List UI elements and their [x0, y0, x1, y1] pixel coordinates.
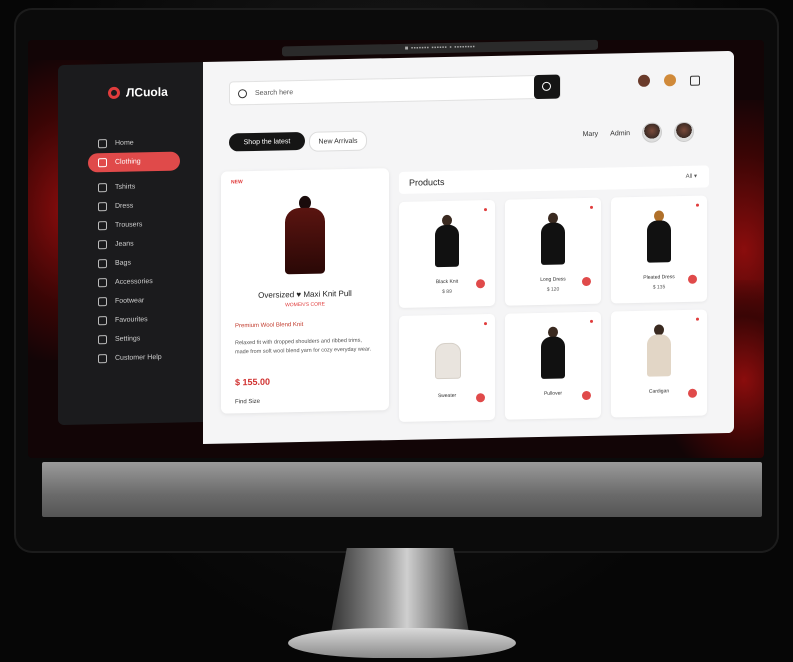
- heart-icon: [98, 316, 107, 326]
- sidebar-item-favourites[interactable]: Favourites: [88, 309, 203, 330]
- avatar-secondary[interactable]: [674, 121, 694, 143]
- avatar[interactable]: [642, 122, 662, 143]
- product-card[interactable]: Cardigan: [611, 309, 707, 418]
- user-name: Mary: [582, 130, 599, 138]
- new-badge: NEW: [231, 179, 243, 186]
- search-icon: [238, 88, 247, 98]
- favorite-icon[interactable]: [484, 208, 487, 212]
- monitor-stand: [330, 548, 470, 638]
- product-card[interactable]: Pleated Dress $ 135: [611, 195, 707, 304]
- add-to-cart-icon[interactable]: [476, 279, 485, 289]
- jeans-icon: [98, 240, 107, 250]
- logout-icon[interactable]: [690, 75, 700, 86]
- tshirt-icon: [98, 183, 107, 193]
- logo-icon: [108, 86, 120, 100]
- sidebar-item-clothing[interactable]: Clothing: [88, 151, 180, 173]
- product-card-price: [611, 403, 707, 405]
- product-card-price: $ 135: [652, 284, 666, 291]
- top-icons: [638, 74, 700, 87]
- product-thumbnail: [645, 210, 673, 263]
- accessory-icon: [98, 278, 107, 288]
- product-description: Relaxed fit with dropped shoulders and r…: [235, 337, 372, 356]
- product-card-price: $ 120: [546, 286, 560, 293]
- sidebar-item-jeans[interactable]: Jeans: [88, 233, 203, 254]
- bag-icon: [98, 259, 107, 269]
- sort-dropdown[interactable]: All ▾: [686, 166, 697, 188]
- sidebar: ЛСuola Home Clothing Tshirts Dress Trous…: [58, 62, 203, 426]
- search-bar: Search here: [229, 74, 561, 106]
- dress-icon: [98, 202, 107, 212]
- product-title: Oversized ♥ Maxi Knit Pull: [258, 288, 352, 300]
- product-card[interactable]: Long Dress $ 120: [505, 197, 601, 306]
- product-card[interactable]: Pullover: [505, 311, 601, 420]
- sidebar-item-footwear[interactable]: Footwear: [88, 290, 203, 311]
- user-role: Admin: [610, 129, 630, 138]
- app-window: ■ ▪▪▪▪▪▪▪ ▪▪▪▪▪▪ ▪ ▪▪▪▪▪▪▪▪ ЛСuola Home …: [58, 39, 734, 447]
- favorite-icon[interactable]: [590, 205, 593, 209]
- favorite-icon[interactable]: [696, 317, 699, 321]
- logo[interactable]: ЛСuola: [108, 85, 168, 100]
- product-highlight: Premium Wool Blend Knit: [235, 321, 304, 330]
- find-size-link[interactable]: Find Size: [235, 399, 260, 406]
- products-panel: Products All ▾ Black Knit $ 89 Long Dres…: [399, 165, 709, 439]
- product-thumbnail: [645, 324, 673, 377]
- trousers-icon: [98, 221, 107, 231]
- user-icon[interactable]: [638, 74, 650, 87]
- main-content: Search here Shop the latest New Arrivals…: [203, 50, 734, 445]
- product-card[interactable]: Black Knit $ 89: [399, 199, 495, 308]
- add-to-cart-icon[interactable]: [688, 274, 697, 284]
- favorite-icon[interactable]: [590, 319, 593, 323]
- home-icon: [98, 139, 107, 149]
- product-card-price: [399, 408, 495, 410]
- help-icon: [98, 354, 107, 364]
- product-thumbnail: [539, 212, 567, 265]
- product-thumbnail: [433, 214, 461, 268]
- monitor-base: [288, 628, 516, 658]
- product-card-price: [505, 406, 601, 408]
- shirt-icon: [98, 158, 107, 168]
- sidebar-item-accessories[interactable]: Accessories: [88, 271, 203, 292]
- product-thumbnail: [539, 326, 567, 379]
- filter-secondary-button[interactable]: New Arrivals: [309, 130, 367, 152]
- product-card[interactable]: Sweater: [399, 313, 495, 422]
- product-card-price: $ 89: [442, 288, 452, 296]
- search-button[interactable]: [534, 74, 560, 100]
- favorite-icon[interactable]: [696, 203, 699, 207]
- product-price: $ 155.00: [235, 376, 271, 388]
- favorite-icon[interactable]: [484, 322, 487, 326]
- notification-icon[interactable]: [664, 74, 676, 87]
- gear-icon: [98, 335, 107, 345]
- sidebar-item-tshirts[interactable]: Tshirts: [88, 176, 203, 197]
- add-to-cart-icon[interactable]: [476, 393, 485, 403]
- product-subtitle: WOMEN'S CORE: [285, 301, 325, 309]
- add-to-cart-icon[interactable]: [582, 390, 591, 401]
- filter-primary-button[interactable]: Shop the latest: [229, 131, 305, 152]
- product-detail-card: NEW Oversized ♥ Maxi Knit Pull WOMEN'S C…: [221, 168, 389, 414]
- logo-text: ЛСuola: [126, 84, 168, 100]
- sidebar-item-dress[interactable]: Dress: [88, 195, 203, 216]
- product-grid: Black Knit $ 89 Long Dress $ 120 Pleated…: [399, 195, 709, 422]
- sidebar-item-settings[interactable]: Settings: [88, 328, 203, 349]
- sidebar-item-home[interactable]: Home: [88, 132, 203, 153]
- products-heading: Products All ▾: [399, 165, 709, 194]
- search-input[interactable]: Search here: [255, 89, 293, 97]
- shoe-icon: [98, 297, 107, 307]
- user-area: Mary Admin: [582, 121, 694, 144]
- sidebar-item-bags[interactable]: Bags: [88, 252, 203, 273]
- sidebar-nav: Home Clothing Tshirts Dress Trousers Jea…: [88, 132, 203, 368]
- add-to-cart-icon[interactable]: [582, 276, 591, 287]
- sidebar-item-trousers[interactable]: Trousers: [88, 214, 203, 235]
- add-to-cart-icon[interactable]: [688, 388, 697, 398]
- monitor-chin: [42, 462, 762, 517]
- product-image[interactable]: [279, 195, 331, 275]
- sidebar-item-help[interactable]: Customer Help: [88, 347, 203, 368]
- product-thumbnail: [433, 329, 461, 382]
